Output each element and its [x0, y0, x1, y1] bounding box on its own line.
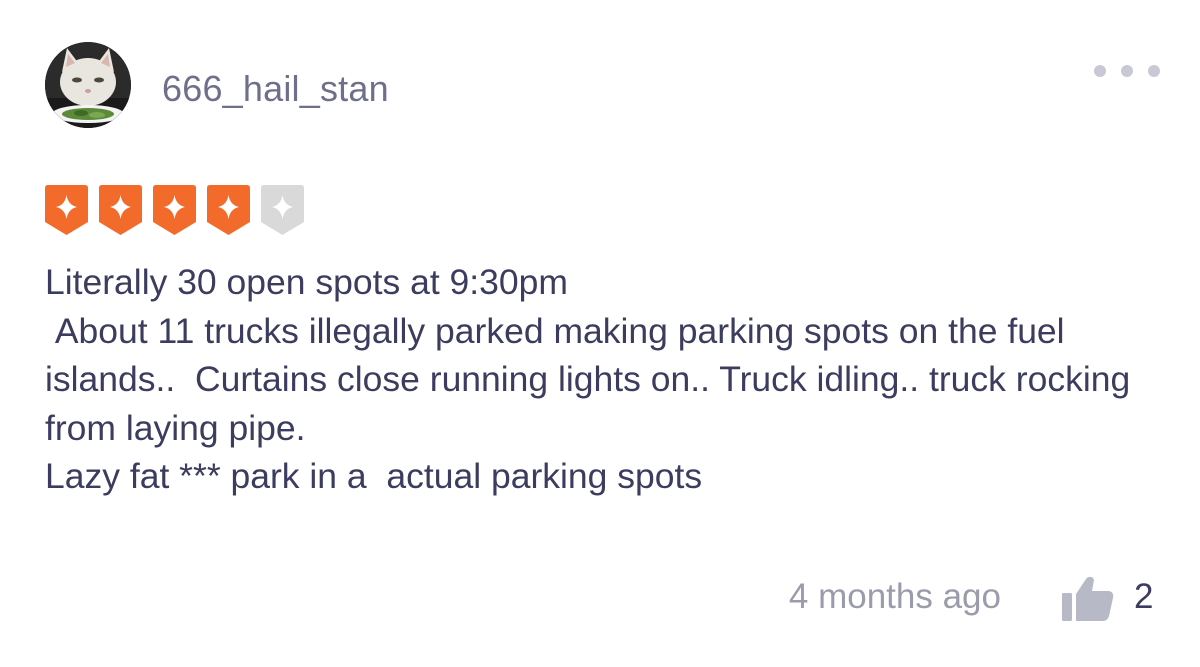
avatar-image: [45, 42, 131, 128]
more-options-button[interactable]: [1094, 60, 1160, 82]
thumbs-up-icon: [1062, 576, 1114, 621]
user-avatar[interactable]: [45, 42, 131, 128]
more-horizontal-icon: [1148, 65, 1160, 77]
star-filled-icon: [207, 185, 250, 235]
review-text: Literally 30 open spots at 9:30pm About …: [45, 262, 1131, 496]
review-timestamp: 4 months ago: [788, 577, 1001, 616]
like-count: 2: [1134, 577, 1154, 616]
star-filled-icon: [153, 185, 196, 235]
like-button[interactable]: [1062, 575, 1114, 621]
star-empty-icon: [261, 185, 304, 235]
more-horizontal-icon: [1121, 65, 1133, 77]
star-filled-icon: [45, 185, 88, 235]
star-rating: [45, 185, 304, 235]
username[interactable]: 666_hail_stan: [162, 68, 389, 110]
more-horizontal-icon: [1094, 65, 1106, 77]
star-filled-icon: [99, 185, 142, 235]
